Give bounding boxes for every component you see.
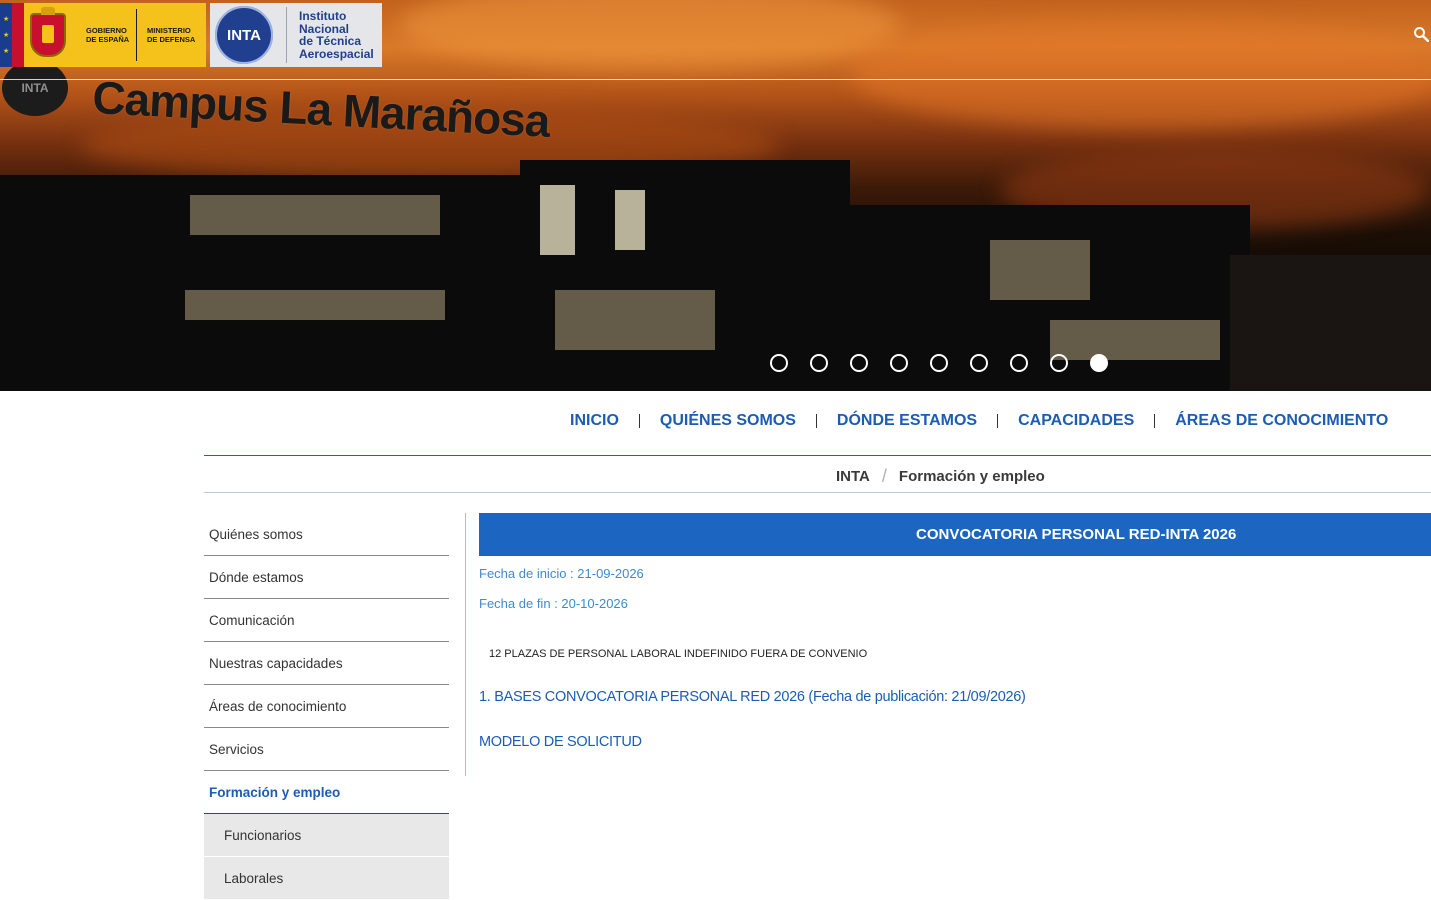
carousel-dots xyxy=(770,354,1108,372)
hero-building xyxy=(1230,255,1431,391)
gobierno-ministerio-logo[interactable]: ★ ★ ★ GOBIERNO DE ESPAÑA MINISTERIO DE DEF… xyxy=(0,3,206,67)
nav-quienes-somos[interactable]: QUIÉNES SOMOS xyxy=(646,412,810,430)
carousel-dot-8[interactable] xyxy=(1050,354,1068,372)
gob-line2: DE ESPAÑA xyxy=(86,35,130,44)
nav-areas-de-conocimiento[interactable]: ÁREAS DE CONOCIMIENTO xyxy=(1161,412,1402,430)
sidebar-item-donde-estamos[interactable]: Dónde estamos xyxy=(204,556,449,599)
mde-line2: DE DEFENSA xyxy=(147,35,196,44)
gobierno-text: GOBIERNO DE ESPAÑA xyxy=(72,3,136,67)
star-icon: ★ xyxy=(3,32,10,39)
hero-window xyxy=(615,190,645,250)
main-nav: INICIO QUIÉNES SOMOS DÓNDE ESTAMOS CAPAC… xyxy=(556,412,1402,430)
inta-name-line3: de Técnica xyxy=(299,34,362,48)
breadcrumb-root[interactable]: INTA xyxy=(836,468,870,485)
ministerio-text: MINISTERIO DE DEFENSA xyxy=(137,3,206,67)
inta-name-line4: Aeroespacial xyxy=(299,46,374,61)
breadcrumb-separator: / xyxy=(881,466,887,486)
modelo-solicitud-link[interactable]: MODELO DE SOLICITUD xyxy=(479,734,642,750)
eu-flag-strip: ★ ★ ★ xyxy=(0,3,24,67)
hero-divider xyxy=(0,79,1431,80)
star-icon: ★ xyxy=(3,16,10,23)
carousel-dot-2[interactable] xyxy=(810,354,828,372)
page-title: CONVOCATORIA PERSONAL RED-INTA 2026 xyxy=(479,513,1431,556)
hero-window xyxy=(185,290,445,320)
fecha-inicio: Fecha de inicio : 21-09-2026 xyxy=(479,566,644,581)
nav-separator xyxy=(997,414,999,428)
nav-separator xyxy=(815,414,817,428)
carousel-dot-6[interactable] xyxy=(970,354,988,372)
inta-emblem-icon: INTA xyxy=(212,3,276,67)
nav-separator xyxy=(1154,414,1156,428)
coat-of-arms-icon xyxy=(24,3,72,67)
hero-inta-badge: INTA xyxy=(2,60,68,116)
carousel-dot-4[interactable] xyxy=(890,354,908,372)
inta-logo[interactable]: INTA Instituto Nacional de Técnica Aeroe… xyxy=(210,3,382,67)
hero-window xyxy=(990,240,1090,300)
hero-cloud xyxy=(400,0,900,70)
sidebar-item-comunicacion[interactable]: Comunicación xyxy=(204,599,449,642)
nav-capacidades[interactable]: CAPACIDADES xyxy=(1004,412,1148,430)
sidebar-subitem-funcionarios[interactable]: Funcionarios xyxy=(204,814,449,857)
carousel-dot-5[interactable] xyxy=(930,354,948,372)
inta-full-name: Instituto Nacional de Técnica Aeroespaci… xyxy=(299,10,374,60)
sidebar-item-servicios[interactable]: Servicios xyxy=(204,728,449,771)
sidebar: Quiénes somos Dónde estamos Comunicación… xyxy=(204,513,449,900)
hero-window xyxy=(555,290,715,350)
carousel-dot-1[interactable] xyxy=(770,354,788,372)
breadcrumb-current: Formación y empleo xyxy=(898,468,1045,485)
hero-cloud xyxy=(850,20,1431,130)
hero-window xyxy=(190,195,440,235)
inta-name-line1: Instituto xyxy=(299,9,347,23)
fecha-fin: Fecha de fin : 20-10-2026 xyxy=(479,596,628,611)
search-icon[interactable] xyxy=(1413,26,1429,42)
content-divider xyxy=(465,513,466,776)
sidebar-item-areas-de-conocimiento[interactable]: Áreas de conocimiento xyxy=(204,685,449,728)
carousel-dot-9[interactable] xyxy=(1090,354,1108,372)
bases-convocatoria-link[interactable]: 1. BASES CONVOCATORIA PERSONAL RED 2026 … xyxy=(479,689,1026,705)
nav-inicio[interactable]: INICIO xyxy=(556,412,633,430)
nav-donde-estamos[interactable]: DÓNDE ESTAMOS xyxy=(823,412,991,430)
carousel-dot-7[interactable] xyxy=(1010,354,1028,372)
sidebar-item-quienes-somos[interactable]: Quiénes somos xyxy=(204,513,449,556)
breadcrumb: INTA / Formación y empleo xyxy=(836,466,1045,487)
star-icon: ★ xyxy=(3,48,10,55)
mde-line1: MINISTERIO xyxy=(147,26,191,35)
breadcrumb-top-rule xyxy=(204,455,1431,456)
nav-separator xyxy=(638,414,640,428)
gob-line1: GOBIERNO xyxy=(86,26,127,35)
plazas-description: 12 PLAZAS DE PERSONAL LABORAL INDEFINIDO… xyxy=(489,648,868,660)
sidebar-item-nuestras-capacidades[interactable]: Nuestras capacidades xyxy=(204,642,449,685)
logo-separator xyxy=(286,7,287,63)
hero-window xyxy=(540,185,575,255)
breadcrumb-bottom-rule xyxy=(204,492,1431,493)
sidebar-item-formacion-y-empleo[interactable]: Formación y empleo xyxy=(204,771,449,814)
carousel-dot-3[interactable] xyxy=(850,354,868,372)
sidebar-subitem-laborales[interactable]: Laborales xyxy=(204,857,449,900)
